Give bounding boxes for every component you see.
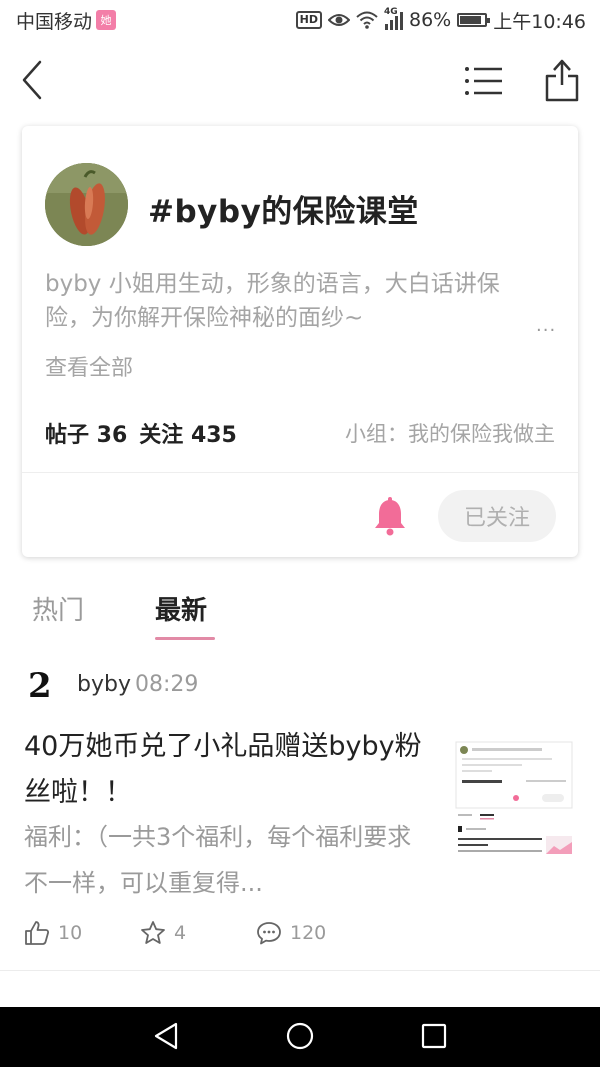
comment-count: 120 (290, 922, 327, 944)
battery-fill (460, 16, 481, 24)
group-link[interactable]: 小组：我的保险我做主 (345, 418, 555, 448)
top-nav (0, 50, 600, 110)
post-avatar[interactable]: 2 (28, 668, 58, 704)
system-home-icon[interactable] (285, 1021, 315, 1051)
like-count: 10 (58, 922, 83, 944)
bell-icon[interactable] (372, 496, 408, 536)
view-all-link[interactable]: 查看全部 (45, 350, 133, 382)
star-icon (141, 921, 165, 944)
system-back-icon[interactable] (152, 1021, 182, 1051)
topic-title: #byby的保险课堂 (148, 194, 419, 230)
clock: 上午10:46 (493, 10, 586, 33)
network-type: 4G (384, 7, 398, 17)
thumbs-up-icon (25, 921, 50, 945)
follow-button[interactable]: 已关注 (438, 490, 556, 542)
topic-description: byby 小姐用生动，形象的语言，大白话讲保险，为你解开保险神秘的面纱~ (45, 271, 500, 331)
like-button[interactable]: 10 (24, 920, 82, 946)
list-icon[interactable] (464, 64, 504, 98)
back-icon[interactable] (18, 58, 52, 102)
favorite-count: 4 (174, 922, 187, 944)
comment-button[interactable]: 120 (256, 920, 326, 946)
status-icons: HD 4G 86% 上午10:46 (295, 7, 586, 34)
more-dots[interactable]: ··· (536, 320, 556, 341)
tab-hot[interactable]: 热门 (32, 590, 84, 627)
carrier-name: 中国移动 (16, 10, 93, 33)
tab-latest[interactable]: 最新 (155, 590, 207, 627)
carrier-info: 中国移动 她 (16, 7, 117, 34)
eye-icon (328, 14, 350, 26)
system-recents-icon[interactable] (420, 1022, 448, 1050)
battery-icon (457, 13, 491, 27)
post-username[interactable]: byby (77, 672, 131, 697)
post-count: 帖子 36 (45, 423, 128, 448)
signal-icon: 4G (384, 7, 403, 30)
sweet-potato-image (45, 163, 128, 246)
follower-count: 关注 435 (139, 423, 237, 448)
hd-icon: HD (295, 11, 322, 29)
comment-icon (257, 922, 281, 945)
status-bar: 中国移动 她 HD 4G 86% 上午10:46 (0, 0, 600, 40)
favorite-button[interactable]: 4 (140, 920, 186, 946)
tab-active-indicator (155, 637, 215, 640)
system-nav-bar (0, 1007, 600, 1067)
post-title[interactable]: 40万她币兑了小礼品赠送byby粉丝啦！！ (24, 724, 424, 816)
post-time: 08:29 (135, 672, 199, 697)
topic-avatar (45, 163, 128, 246)
screenshot-thumbnail-image (455, 741, 573, 854)
battery-percent: 86% (409, 9, 452, 31)
post-excerpt[interactable]: 福利：（一共3个福利，每个福利要求不一样，可以重复得... (24, 814, 424, 906)
carrier-badge-icon: 她 (96, 10, 117, 30)
post-thumbnail[interactable] (454, 738, 574, 872)
topic-stats: 帖子 36 关注 435 (45, 417, 237, 449)
share-icon[interactable] (544, 58, 580, 102)
post-divider (0, 970, 600, 971)
wifi-icon (356, 11, 378, 29)
topic-card: #byby的保险课堂 byby 小姐用生动，形象的语言，大白话讲保险，为你解开保… (22, 126, 578, 557)
card-divider (22, 472, 578, 473)
